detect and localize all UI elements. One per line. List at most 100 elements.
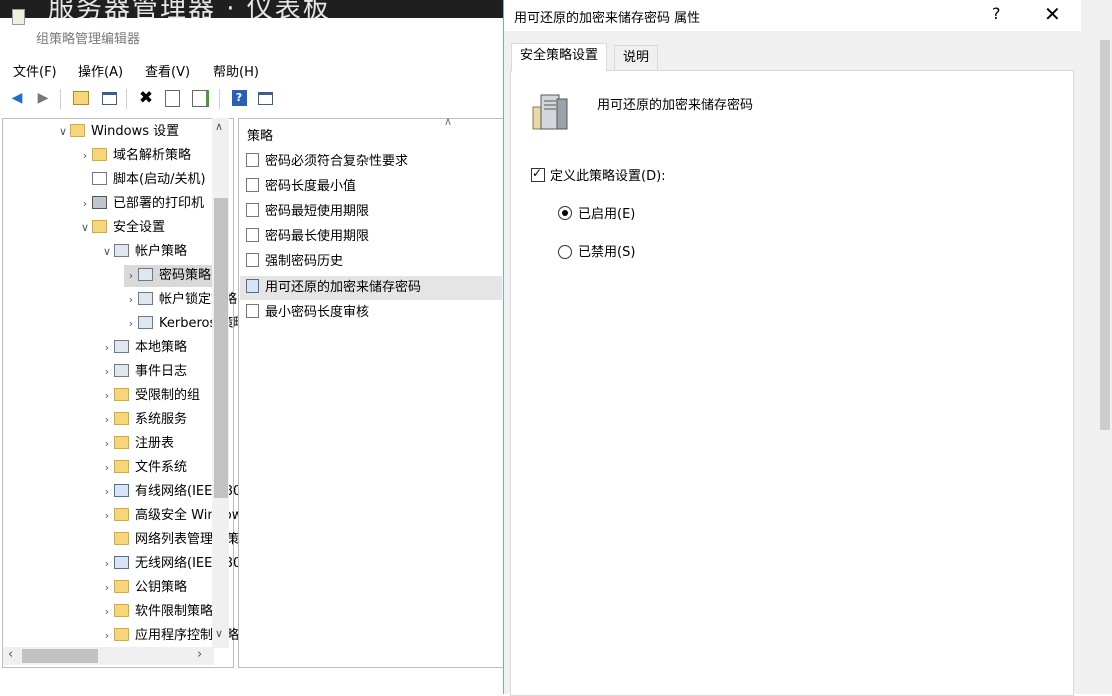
tab-security-policy-setting[interactable]: 安全策略设置 [511,43,608,72]
forward-arrow-icon[interactable]: ▶ [34,89,52,107]
menu-view[interactable]: 查看(V) [145,61,190,80]
delete-icon[interactable]: ✖ [137,88,155,108]
chevron-right-icon[interactable]: › [100,433,114,455]
list-item-selected[interactable]: 用可还原的加密来储存密码 [246,277,421,299]
folder-icon [114,604,129,617]
tree-item-security-settings[interactable]: ∨ 安全设置 [78,217,165,239]
dialog-help-button[interactable]: ? [992,4,1001,23]
background-window-title: 服务器管理器 · 仪表板 [48,0,331,18]
tree-item[interactable]: › 事件日志 [100,361,187,383]
dialog-close-button[interactable]: ✕ [1044,2,1061,26]
chevron-right-icon[interactable]: › [78,145,92,167]
folder-icon [92,148,107,161]
list-item[interactable]: 最小密码长度审核 [246,302,369,324]
chevron-right-icon[interactable]: › [100,625,114,647]
policy-icon [114,244,129,257]
dialog-title: 用可还原的加密来储存密码 属性 [514,11,701,26]
enabled-radio[interactable] [558,206,572,220]
policy-setting-icon [246,228,259,242]
help-icon[interactable]: ? [230,89,248,107]
security-icon [92,220,107,233]
editor-app-icon [12,9,25,25]
network-icon [114,556,129,569]
folder-icon [114,508,129,521]
chevron-right-icon[interactable]: › [100,577,114,599]
menu-file[interactable]: 文件(F) [13,61,57,80]
show-hide-action-pane-icon[interactable] [256,89,274,107]
tree-item-windows-settings[interactable]: ∨ Windows 设置 [56,121,179,143]
chevron-right-icon[interactable]: › [78,193,92,215]
policy-icon [138,268,153,281]
tree-item[interactable]: › 域名解析策略 [78,145,191,167]
define-policy-checkbox[interactable] [531,166,545,182]
tab-explain[interactable]: 说明 [614,45,659,71]
chevron-right-icon[interactable]: › [124,313,138,335]
show-tree-icon[interactable] [100,89,118,107]
export-list-icon[interactable] [191,89,209,107]
disabled-radio-label[interactable]: 已禁用(S) [578,241,635,260]
list-item[interactable]: 密码必须符合复杂性要求 [246,151,408,173]
tree-item-account-policies[interactable]: ∨ 帐户策略 [100,241,187,263]
tree-item[interactable]: › 系统服务 [100,409,187,431]
lock-folder-icon [114,388,129,401]
scroll-left-arrow-icon[interactable]: ‹ [8,647,13,662]
tree-item[interactable]: › 本地策略 [100,337,187,359]
policy-setting-icon [246,304,259,318]
tree-item[interactable]: › 公钥策略 [100,577,187,599]
printer-icon [92,196,107,209]
script-icon [92,172,107,185]
chevron-right-icon[interactable]: › [100,385,114,407]
folder-icon [70,124,85,137]
menu-action[interactable]: 操作(A) [78,61,123,80]
chevron-right-icon[interactable]: › [124,265,138,287]
tree-item[interactable]: 脚本(启动/关机) [78,169,206,191]
tree-item[interactable]: › 注册表 [100,433,174,455]
tree-item[interactable]: › 软件限制策略 [100,601,213,623]
sort-ascending-icon: ∧ [444,115,453,128]
tree-vertical-scroll-thumb[interactable] [214,198,228,498]
chevron-down-icon[interactable]: ∨ [78,217,92,239]
chevron-right-icon[interactable]: › [100,409,114,431]
chevron-right-icon[interactable]: › [100,505,114,527]
define-policy-label[interactable]: 定义此策略设置(D): [550,165,666,184]
chevron-right-icon[interactable]: › [100,601,114,623]
chevron-right-icon[interactable]: › [100,457,114,479]
list-item[interactable]: 密码最短使用期限 [246,201,369,223]
disabled-radio[interactable] [558,245,572,259]
list-item[interactable]: 密码最长使用期限 [246,226,369,248]
editor-title: 组策略管理编辑器 [36,32,141,47]
tree-item-password-policy[interactable]: › 密码策略 [124,265,212,287]
toolbar-separator [60,89,61,109]
chevron-right-icon[interactable]: › [100,337,114,359]
scroll-right-arrow-icon[interactable]: › [197,647,202,662]
scroll-up-arrow-icon[interactable]: ∧ [215,120,223,133]
policy-setting-icon [246,153,259,167]
tree-item[interactable]: 网络列表管理器策略 [100,529,252,551]
properties-icon[interactable] [163,89,181,107]
tree-item[interactable]: › 文件系统 [100,457,187,479]
chevron-right-icon[interactable]: › [100,481,114,503]
policy-setting-icon [246,279,259,293]
menu-help[interactable]: 帮助(H) [213,61,259,80]
chevron-down-icon[interactable]: ∨ [100,241,114,263]
chevron-down-icon[interactable]: ∨ [56,121,70,143]
toolbar-separator [219,89,220,109]
tree-item[interactable]: › 受限制的组 [100,385,200,407]
chevron-right-icon[interactable]: › [124,289,138,311]
enabled-radio-label[interactable]: 已启用(E) [578,203,635,222]
network-icon [114,484,129,497]
chevron-right-icon[interactable]: › [100,553,114,575]
list-item[interactable]: 强制密码历史 [246,251,343,273]
back-arrow-icon[interactable]: ◀ [8,89,26,107]
background-window-scroll-thumb[interactable] [1100,40,1110,430]
scroll-down-arrow-icon[interactable]: ∨ [215,627,223,640]
chevron-right-icon[interactable]: › [100,361,114,383]
list-item[interactable]: 密码长度最小值 [246,176,356,198]
list-header-policy[interactable]: 策略 [247,125,273,144]
tree-item[interactable]: › 已部署的打印机 [78,193,204,215]
policy-icon [138,316,153,329]
up-folder-icon[interactable] [72,89,90,107]
policy-icon [138,292,153,305]
lock-folder-icon [114,412,129,425]
tree-horizontal-scroll-thumb[interactable] [22,649,98,663]
